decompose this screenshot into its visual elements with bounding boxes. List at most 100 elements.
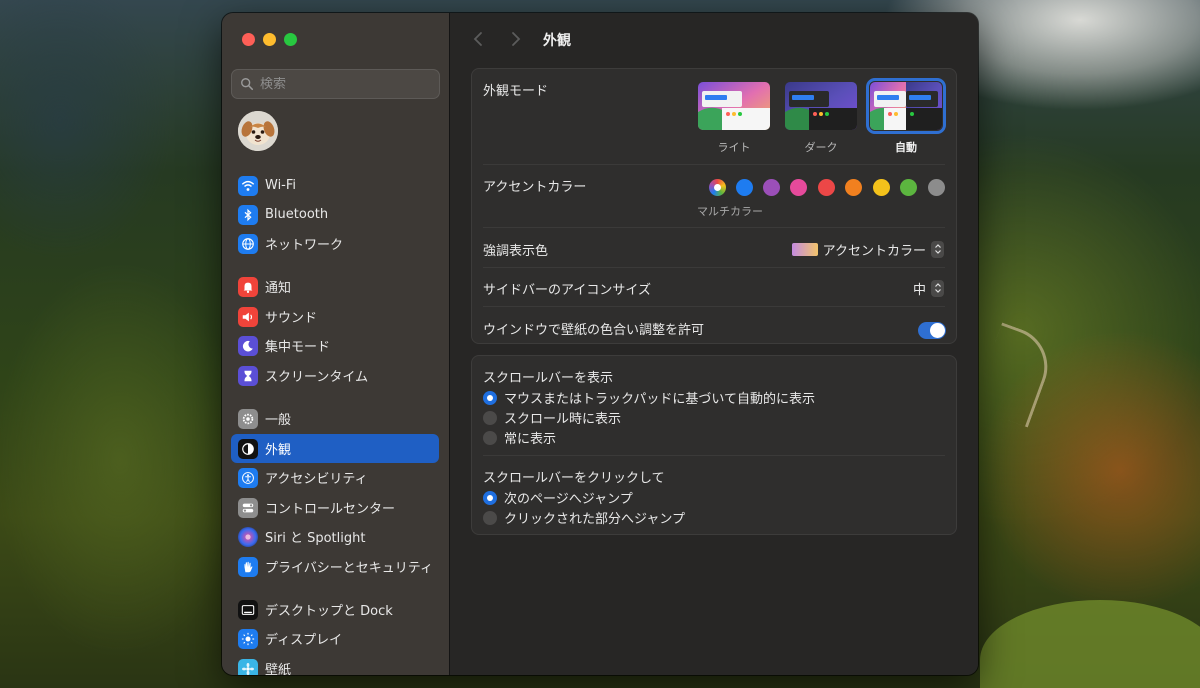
up-down-chevron-icon [931, 240, 944, 258]
hand-icon [238, 556, 258, 577]
main-pane: 外観 外観モード ライト ダーク 自動 アクセントカラー マルチカラー 強調表示… [450, 13, 978, 675]
sidebar-item-label: Bluetooth [265, 207, 329, 222]
background-road [971, 322, 1059, 428]
divider [483, 164, 945, 165]
divider [483, 455, 945, 456]
sidebar-item-network[interactable]: ネットワーク [231, 229, 439, 258]
bluetooth-icon [238, 204, 258, 225]
radio-label: スクロール時に表示 [504, 412, 622, 427]
divider [483, 267, 945, 268]
sidebar-item-label: 通知 [265, 281, 292, 296]
accent-red-swatch[interactable] [818, 179, 835, 196]
speaker-icon [238, 306, 258, 327]
wallpaper-tinting-label: ウインドウで壁紙の色合い調整を許可 [483, 323, 705, 338]
siri-icon [238, 526, 258, 547]
wifi-icon [238, 175, 258, 196]
highlight-swatch [791, 242, 818, 256]
sidebar-item-screen-time[interactable]: スクリーンタイム [231, 361, 439, 390]
sidebar-item-label: スクリーンタイム [265, 370, 369, 385]
accent-purple-swatch[interactable] [763, 179, 780, 196]
accent-graphite-swatch[interactable] [928, 179, 945, 196]
sidebar-item-wifi[interactable]: Wi-Fi [231, 171, 439, 200]
show-scrollbars-always-option[interactable]: 常に表示 [483, 428, 556, 447]
bell-icon [238, 276, 258, 297]
appearance-icon [238, 438, 258, 459]
accent-orange-swatch[interactable] [845, 179, 862, 196]
click-scrollbar-title: スクロールバーをクリックして [483, 471, 665, 486]
icon-size-value: 中 [912, 282, 926, 298]
show-scrollbars-auto-option[interactable]: マウスまたはトラックパッドに基づいて自動的に表示 [483, 388, 815, 407]
hourglass-icon [238, 365, 258, 386]
radio-label: クリックされた部分へジャンプ [504, 512, 685, 527]
click-jump-spot-option[interactable]: クリックされた部分へジャンプ [483, 508, 685, 527]
minimize-button[interactable] [263, 33, 276, 46]
sidebar-item-label: ネットワーク [265, 238, 344, 253]
auto-preview-icon [870, 82, 942, 130]
sidebar-item-bluetooth[interactable]: Bluetooth [231, 200, 439, 229]
chevron-right-icon [512, 32, 521, 46]
sidebar-item-label: デスクトップと Dock [265, 604, 393, 619]
highlight-value: アクセントカラー [822, 243, 926, 259]
radio-button[interactable] [483, 410, 497, 425]
wallpaper-tinting-toggle[interactable] [918, 322, 946, 339]
highlight-color-popup[interactable]: アクセントカラー [791, 240, 944, 259]
sidebar-item-accessibility[interactable]: アクセシビリティ [231, 463, 439, 492]
sidebar-item-desktop-dock[interactable]: デスクトップと Dock [231, 595, 439, 624]
mode-auto-option[interactable] [866, 78, 946, 134]
toolbar: 外観 [450, 13, 978, 65]
scrollbar-group: スクロールバーを表示 マウスまたはトラックパッドに基づいて自動的に表示 スクロー… [471, 355, 957, 535]
radio-button[interactable] [483, 490, 497, 505]
gear-icon [238, 408, 258, 429]
show-scrollbars-scrolling-option[interactable]: スクロール時に表示 [483, 408, 621, 427]
dog-memoji-icon [238, 111, 278, 151]
sidebar-icon-size-label: サイドバーのアイコンサイズ [483, 283, 651, 298]
search-icon [241, 78, 254, 91]
sidebar-item-focus[interactable]: 集中モード [231, 331, 439, 360]
sidebar-item-label: 一般 [265, 413, 292, 428]
mode-dark-option[interactable] [785, 82, 857, 130]
globe-icon [238, 233, 258, 254]
background-hill [980, 600, 1200, 688]
radio-label: 常に表示 [504, 432, 557, 447]
chevron-left-icon [473, 32, 482, 46]
accent-pink-swatch[interactable] [790, 179, 807, 196]
moon-icon [238, 335, 258, 356]
accessibility-icon [238, 467, 258, 488]
forward-button[interactable] [506, 30, 524, 48]
mode-light-option[interactable] [698, 82, 770, 130]
back-button[interactable] [470, 30, 488, 48]
sidebar-item-sound[interactable]: サウンド [231, 302, 439, 331]
show-scrollbars-title: スクロールバーを表示 [483, 371, 614, 386]
sidebar-item-notifications[interactable]: 通知 [231, 272, 439, 301]
accent-green-swatch[interactable] [900, 179, 917, 196]
mode-light-label: ライト [717, 141, 751, 154]
sidebar-item-label: プライバシーとセキュリティ [265, 561, 433, 576]
click-next-page-option[interactable]: 次のページへジャンプ [483, 488, 633, 507]
sidebar-item-general[interactable]: 一般 [231, 404, 439, 433]
zoom-button[interactable] [284, 33, 297, 46]
sidebar-item-control-center[interactable]: コントロールセンター [231, 493, 439, 522]
sidebar-icon-size-popup[interactable]: 中 [912, 279, 944, 298]
sidebar-item-siri-spotlight[interactable]: Siri と Spotlight [231, 522, 439, 551]
accent-selected-label: マルチカラー [697, 205, 763, 218]
dark-preview-icon [785, 82, 857, 130]
sidebar-item-appearance[interactable]: 外観 [231, 434, 439, 463]
control-center-icon [238, 497, 258, 518]
radio-button[interactable] [483, 510, 497, 525]
search-field[interactable] [231, 69, 440, 99]
accent-blue-swatch[interactable] [736, 179, 753, 196]
radio-button[interactable] [483, 390, 497, 405]
sidebar-item-label: アクセシビリティ [265, 472, 368, 487]
accent-yellow-swatch[interactable] [873, 179, 890, 196]
radio-button[interactable] [483, 430, 497, 445]
divider [483, 306, 945, 307]
window-controls [242, 33, 297, 46]
sidebar-item-label: 集中モード [265, 340, 331, 355]
search-input[interactable] [260, 76, 430, 92]
accent-multicolor-swatch[interactable] [709, 179, 726, 196]
sidebar-item-privacy-security[interactable]: プライバシーとセキュリティ [231, 552, 439, 581]
close-button[interactable] [242, 33, 255, 46]
sidebar-item-wallpaper[interactable]: 壁紙 [231, 654, 439, 675]
avatar[interactable] [238, 111, 278, 151]
sidebar-item-displays[interactable]: ディスプレイ [231, 624, 439, 653]
